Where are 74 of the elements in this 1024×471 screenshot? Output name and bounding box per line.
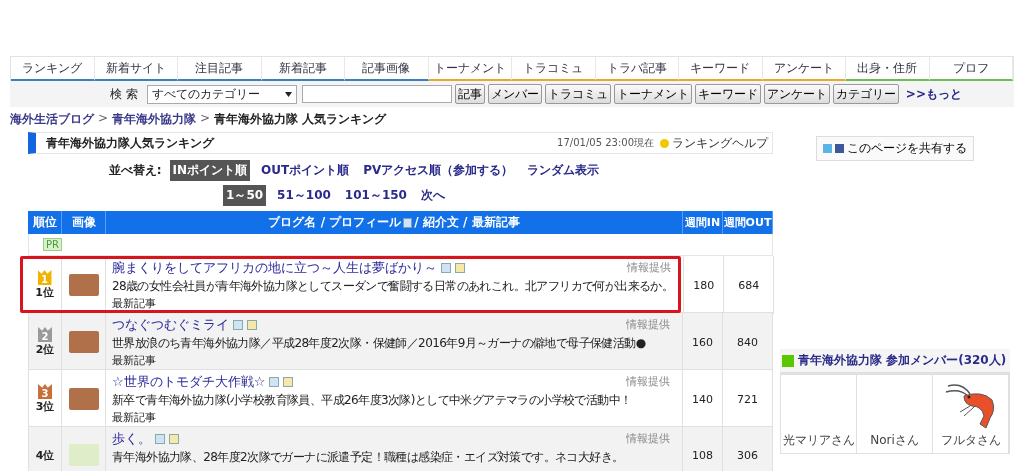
rank-text: 1位 [35, 285, 54, 300]
profile-icon[interactable] [233, 320, 243, 330]
search-type-button[interactable]: キーワード [694, 84, 761, 104]
sort-option[interactable]: ランダム表示 [524, 160, 603, 181]
medal-icon: 3 [38, 384, 52, 399]
blog-title-link[interactable]: ☆世界のトモダチ大作戦☆ [112, 373, 266, 391]
profile-icon[interactable] [155, 434, 165, 444]
avatar-placeholder [68, 444, 99, 466]
info-link[interactable]: 情報提供 [627, 260, 672, 275]
sort-option[interactable]: INポイント順 [169, 160, 251, 181]
photo-placeholder [68, 388, 99, 410]
help-link[interactable]: ランキングヘルプ [672, 134, 768, 152]
breadcrumb-link[interactable]: 青年海外協力隊 [112, 111, 197, 128]
blog-title-link[interactable]: 腕まくりをしてアフリカの地に立つ～人生は夢ばかり～ [112, 259, 437, 277]
medal-icon: 1 [37, 270, 52, 285]
weekly-out: 306 [723, 427, 773, 471]
latest-article-link[interactable]: 最新記事 [112, 353, 672, 368]
search-type-button[interactable]: カテゴリー [832, 84, 899, 104]
page-link[interactable]: 101～150 [341, 185, 410, 206]
page-link[interactable]: 51～100 [274, 185, 334, 206]
rank-text: 4位 [35, 447, 55, 463]
profile-icon [403, 217, 413, 228]
breadcrumb-separator: > [98, 111, 109, 127]
search-type-button[interactable]: トラコミュ [544, 84, 611, 104]
search-label: 検 索 [110, 85, 138, 103]
column-header: 画像 [71, 214, 96, 231]
search-type-button[interactable]: メンバー [487, 84, 542, 104]
column-header: 順位 [32, 214, 57, 231]
category-select[interactable]: すべてのカテゴリー [146, 84, 297, 104]
page-link[interactable]: 次へ [417, 185, 448, 206]
pr-badge: PR [43, 238, 62, 251]
search-type-button[interactable]: アンケート [763, 84, 830, 104]
column-header: 週間OUT [723, 215, 772, 230]
photo-placeholder [68, 274, 99, 296]
blog-description: 世界放浪のち青年海外協力隊／平成28年度2次隊・保健師／2016年9月～ガーナの僻地で母子保健活動● [112, 335, 647, 352]
search-type-button[interactable]: トーナメント [613, 84, 692, 104]
info-link[interactable]: 情報提供 [626, 374, 670, 389]
dropdown-arrow-icon [284, 91, 292, 97]
photo-placeholder [68, 331, 99, 353]
search-type-button[interactable]: 記事 [454, 84, 485, 104]
blog-description: 新卒で青年海外協力隊(小学校教育隊員、平成26年度3次隊)として中米グアテマラの小学校で活動中！ [112, 392, 633, 409]
member-name[interactable]: Noriさん [870, 432, 919, 449]
latest-article-link[interactable]: 最新記事 [112, 296, 674, 311]
sort-option[interactable]: OUTポイント順 [258, 160, 353, 181]
blog-title-link[interactable]: つなぐつむぐミライ [112, 316, 229, 334]
share-button[interactable]: このページを共有する [816, 136, 974, 161]
ranking-title: 青年海外協力隊人気ランキング [46, 134, 216, 152]
rank-text: 3位 [35, 399, 55, 414]
breadcrumb-separator: > [200, 111, 211, 127]
sort-label: 並べ替え: [108, 162, 162, 179]
breadcrumb-link[interactable]: 海外生活ブログ [10, 111, 94, 128]
blog-title-link[interactable]: 歩く。 [112, 430, 151, 448]
member-name[interactable]: フルタさん [940, 432, 1001, 449]
column-header: / 紹介文 / 最新記事 [414, 214, 520, 231]
member-name[interactable]: 光マリアさん [782, 432, 855, 449]
current-page-text: 青年海外協力隊 人気ランキング [214, 111, 387, 128]
column-header: ブログ名 / プロフィール [268, 214, 402, 231]
sort-option[interactable]: PVアクセス順（参加する） [360, 160, 517, 181]
medal-icon: 2 [38, 327, 52, 342]
blog-description: 青年海外協力隊、28年度2次隊でガーナに派遣予定！職種は感染症・エイズ対策です。ネコ大好き。 [112, 449, 625, 466]
rank-text: 2位 [35, 342, 55, 357]
blog-description: 28歳の女性会社員が青年海外協力隊としてスーダンで奮闘する日常のあれこれ。北アフリカで何が出来るか。 [112, 278, 674, 295]
page-link[interactable]: 1～50 [223, 185, 267, 206]
column-header: 週間IN [684, 215, 721, 230]
help-icon [660, 138, 669, 148]
weekly-in: 108 [683, 427, 723, 471]
timestamp: 17/01/05 23:00現在 [557, 136, 654, 150]
search-field[interactable] [301, 85, 452, 103]
members-title: 青年海外協力隊 参加メンバー(320人) [798, 352, 1007, 369]
square-icon [782, 354, 794, 367]
latest-article-link[interactable]: 最新記事 [112, 410, 672, 425]
profile-icon[interactable] [269, 377, 280, 387]
profile-icon[interactable] [441, 263, 451, 273]
more-link[interactable]: >>もっと [905, 85, 962, 103]
